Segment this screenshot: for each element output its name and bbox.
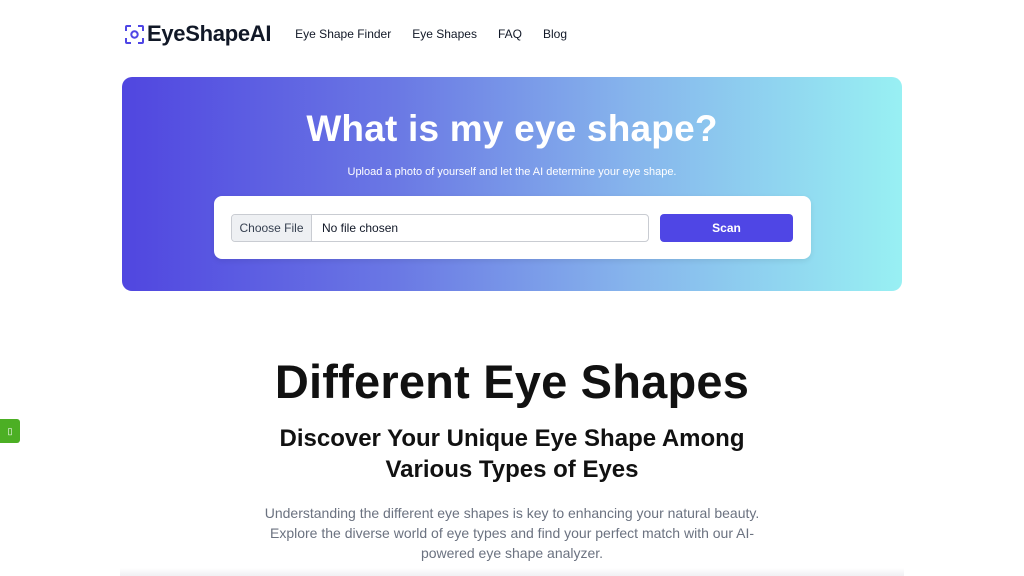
site-header: EyeShapeAI Eye Shape Finder Eye Shapes F…	[125, 18, 588, 50]
hero-subtitle: Upload a photo of yourself and let the A…	[347, 166, 677, 178]
file-upload-input[interactable]: Choose File No file chosen	[231, 214, 649, 242]
brand-name: EyeShapeAI	[147, 21, 272, 46]
nav-eye-shapes[interactable]: Eye Shapes	[412, 27, 477, 41]
brand-logo[interactable]: EyeShapeAI	[125, 21, 271, 47]
nav-eye-shape-finder[interactable]: Eye Shape Finder	[295, 27, 391, 41]
section-subtitle: Discover Your Unique Eye Shape Among Var…	[279, 425, 745, 483]
feedback-tab[interactable]: ▯	[0, 419, 20, 443]
feedback-icon: ▯	[7, 425, 13, 436]
section-description: Understanding the different eye shapes i…	[264, 505, 760, 561]
choose-file-button[interactable]: Choose File	[232, 215, 312, 241]
section-title: Different Eye Shapes	[274, 355, 750, 408]
file-status-text: No file chosen	[322, 221, 399, 235]
focus-eye-icon	[125, 24, 144, 44]
nav-faq[interactable]: FAQ	[498, 27, 522, 41]
nav-blog[interactable]: Blog	[543, 27, 567, 41]
main-nav: Eye Shape Finder Eye Shapes FAQ Blog	[295, 27, 588, 41]
hero-title: What is my eye shape?	[306, 108, 718, 149]
scan-button[interactable]: Scan	[660, 214, 793, 242]
content-card-edge	[120, 568, 904, 576]
